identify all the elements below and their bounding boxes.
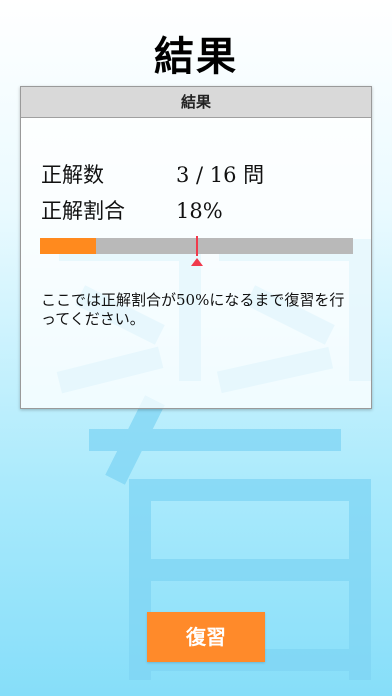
card-header: 結果	[21, 87, 371, 118]
progress-bar	[40, 236, 353, 266]
instruction-message: ここでは正解割合が50%になるまで復習を行ってください。	[41, 291, 345, 328]
correct-rate-row: 正解割合 18%	[41, 195, 223, 225]
correct-count-value: 3 / 16 問	[176, 163, 265, 187]
progress-fill	[40, 238, 97, 254]
result-card: 結果 正解数 3 / 16 問 正解割合 18% ここでは正解割合が50%になるまで…	[20, 86, 372, 409]
correct-count-label: 正解数	[41, 163, 104, 187]
correct-rate-value: 18%	[176, 199, 223, 223]
target-marker-line	[195, 236, 198, 256]
target-arrow-icon	[190, 258, 203, 266]
correct-count-row: 正解数 3 / 16 問	[41, 159, 264, 189]
review-button[interactable]: 復習	[147, 612, 265, 662]
correct-rate-label: 正解割合	[41, 199, 125, 223]
page-title: 結果	[154, 33, 238, 80]
